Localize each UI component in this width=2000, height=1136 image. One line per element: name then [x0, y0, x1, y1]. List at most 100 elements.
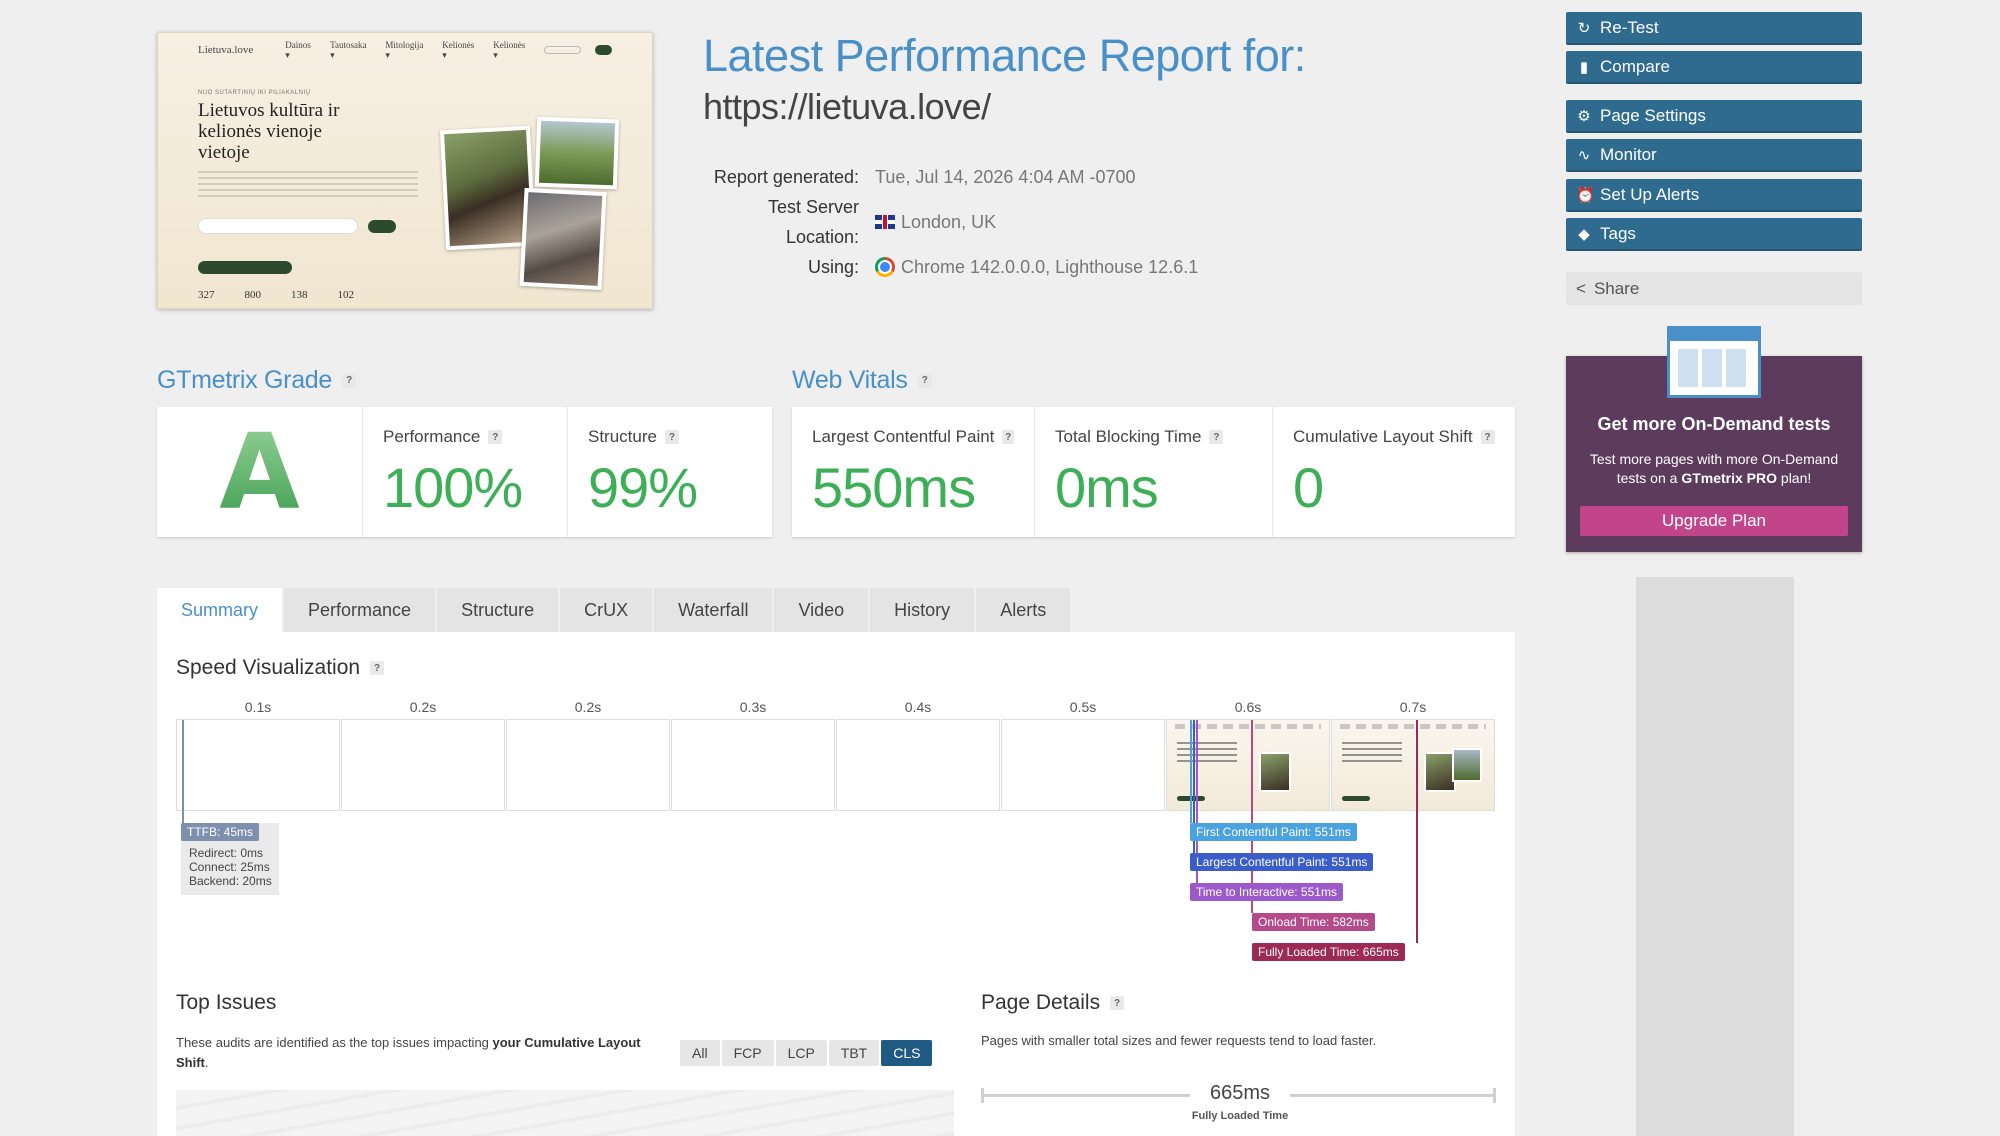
- fully-loaded-marker: Fully Loaded Time: 665ms: [1252, 943, 1405, 961]
- tags-button[interactable]: ◆ Tags: [1566, 218, 1862, 251]
- page-settings-button[interactable]: ⚙ Page Settings: [1566, 100, 1862, 133]
- help-icon[interactable]: ?: [1110, 996, 1125, 1010]
- thumbnail-cta: [198, 261, 292, 274]
- alarm-clock-icon: ⏰: [1576, 186, 1595, 204]
- performance-value: 100%: [383, 456, 523, 519]
- filmstrip-frame[interactable]: 0.1s: [176, 697, 340, 813]
- page-screenshot-thumbnail[interactable]: Lietuva.love Dainos ▾ Tautosaka ▾ Mitolo…: [157, 32, 653, 309]
- thumbnail-search: [198, 218, 358, 234]
- backend-time: Backend: 20ms: [189, 874, 272, 888]
- location-value: London, UK: [901, 212, 997, 232]
- filter-cls[interactable]: CLS: [881, 1040, 933, 1066]
- speed-visualization-title: Speed Visualization ?: [176, 656, 385, 680]
- filmstrip: 0.1s 0.2s 0.2s 0.3s 0.4s 0.5s 0.6s 0.7s: [176, 697, 1495, 813]
- tab-summary[interactable]: Summary: [157, 588, 285, 632]
- tab-history[interactable]: History: [870, 588, 977, 632]
- performance-label: Performance: [383, 427, 481, 446]
- retest-button[interactable]: ↻ Re-Test: [1566, 12, 1862, 45]
- filter-all[interactable]: All: [680, 1040, 720, 1066]
- filmstrip-frame[interactable]: 0.2s: [341, 697, 505, 813]
- cls-label: Cumulative Layout Shift: [1293, 427, 1473, 446]
- filmstrip-frame[interactable]: 0.3s: [671, 697, 835, 813]
- report-meta: Report generated: Tue, Jul 14, 2026 4:04…: [703, 162, 1198, 282]
- monitor-button[interactable]: ∿ Monitor: [1566, 139, 1862, 172]
- help-icon[interactable]: ?: [488, 430, 503, 444]
- report-tabs: Summary Performance Structure CrUX Water…: [157, 588, 1073, 632]
- thumbnail-photo-landscape: [534, 116, 620, 190]
- lcp-label: Largest Contentful Paint: [812, 427, 995, 446]
- fully-loaded-label: Fully Loaded Time: [1191, 1110, 1289, 1122]
- issue-filter: All FCP LCP TBT CLS: [680, 1040, 933, 1066]
- tab-waterfall[interactable]: Waterfall: [654, 588, 775, 632]
- report-title: Latest Performance Report for:: [703, 30, 1306, 81]
- generated-value: Tue, Jul 14, 2026 4:04 AM -0700: [875, 167, 1136, 187]
- help-icon[interactable]: ?: [370, 661, 385, 675]
- performance-card: Performance? 100%: [363, 407, 568, 537]
- tab-crux[interactable]: CrUX: [560, 588, 655, 632]
- tti-marker: Time to Interactive: 551ms: [1190, 883, 1343, 901]
- share-button[interactable]: < Share: [1566, 272, 1862, 305]
- filmstrip-frame[interactable]: 0.4s: [836, 697, 1000, 813]
- filmstrip-frame[interactable]: 0.5s: [1001, 697, 1165, 813]
- share-icon: <: [1576, 278, 1586, 298]
- thumbnail-photo-rider: [519, 187, 607, 291]
- tab-video[interactable]: Video: [774, 588, 871, 632]
- filter-lcp[interactable]: LCP: [775, 1040, 827, 1066]
- document-icon: ▮: [1579, 58, 1589, 76]
- cls-card: Cumulative Layout Shift? 0: [1273, 407, 1515, 537]
- thumbnail-nav: Lietuva.love Dainos ▾ Tautosaka ▾ Mitolo…: [198, 40, 613, 60]
- fully-loaded-line: [1416, 720, 1418, 943]
- tab-performance[interactable]: Performance: [284, 588, 438, 632]
- grade-card: A: [157, 407, 363, 537]
- set-up-alerts-button[interactable]: ⏰ Set Up Alerts: [1566, 179, 1862, 212]
- thumbnail-nav-item: Tautosaka ▾: [330, 39, 367, 60]
- help-icon[interactable]: ?: [917, 373, 932, 388]
- location-label: Test Server Location:: [767, 197, 859, 247]
- uk-flag-icon: [875, 215, 895, 229]
- ad-slot: [1636, 577, 1794, 1136]
- vitals-cards: Largest Contentful Paint? 550ms Total Bl…: [792, 407, 1515, 537]
- structure-value: 99%: [588, 456, 698, 519]
- grade-cards: A Performance? 100% Structure? 99%: [157, 407, 772, 537]
- help-icon[interactable]: ?: [1480, 430, 1495, 444]
- filmstrip-frame[interactable]: 0.2s: [506, 697, 670, 813]
- chrome-icon: [875, 257, 895, 277]
- tbt-label: Total Blocking Time: [1055, 427, 1202, 446]
- thumbnail-search-button: [368, 220, 396, 233]
- generated-label: Report generated:: [713, 167, 859, 187]
- lcp-marker: Largest Contentful Paint: 551ms: [1190, 853, 1374, 871]
- ttfb-breakdown: Redirect: 0ms Connect: 25ms Backend: 20m…: [189, 846, 272, 888]
- help-icon[interactable]: ?: [1209, 430, 1224, 444]
- structure-card: Structure? 99%: [568, 407, 772, 537]
- ttfb-marker: TTFB: 45ms: [181, 823, 260, 841]
- connect-time: Connect: 25ms: [189, 860, 270, 874]
- help-icon[interactable]: ?: [342, 373, 356, 388]
- thumbnail-search-pill: [544, 46, 581, 54]
- pulse-icon: ∿: [1577, 146, 1591, 164]
- thumbnail-title: Lietuvos kultūra ir kelionės vienoje vie…: [198, 100, 340, 163]
- browser-window-icon: [1667, 326, 1761, 398]
- filmstrip-frame[interactable]: 0.7s: [1331, 697, 1495, 813]
- thumbnail-nav-button: [594, 45, 613, 55]
- filter-tbt[interactable]: TBT: [828, 1040, 880, 1066]
- upgrade-promo: Get more On-Demand tests Test more pages…: [1566, 326, 1862, 552]
- tab-structure[interactable]: Structure: [437, 588, 561, 632]
- filter-fcp[interactable]: FCP: [721, 1040, 774, 1066]
- help-icon[interactable]: ?: [664, 430, 679, 444]
- report-url: https://lietuva.love/: [703, 86, 991, 127]
- thumbnail-nav-item: Kelionės ▾: [493, 39, 526, 60]
- upgrade-plan-button[interactable]: Upgrade Plan: [1580, 506, 1848, 536]
- thumbnail-stat: 138: [291, 289, 308, 301]
- tab-alerts[interactable]: Alerts: [976, 588, 1073, 632]
- grade-letter: A: [219, 411, 300, 533]
- refresh-icon: ↻: [1577, 19, 1591, 37]
- cls-value: 0: [1293, 456, 1324, 519]
- using-value: Chrome 142.0.0.0, Lighthouse 12.6.1: [901, 257, 1199, 277]
- top-issues-title: Top Issues: [176, 991, 277, 1014]
- thumbnail-kicker: NUO SUTARTINIŲ IKI PILIAKALNIŲ: [198, 90, 311, 96]
- redirect-time: Redirect: 0ms: [189, 846, 264, 860]
- compare-button[interactable]: ▮ Compare: [1566, 51, 1862, 84]
- promo-title: Get more On-Demand tests: [1597, 414, 1831, 434]
- help-icon[interactable]: ?: [1002, 430, 1014, 444]
- thumbnail-logo: Lietuva.love: [198, 44, 254, 56]
